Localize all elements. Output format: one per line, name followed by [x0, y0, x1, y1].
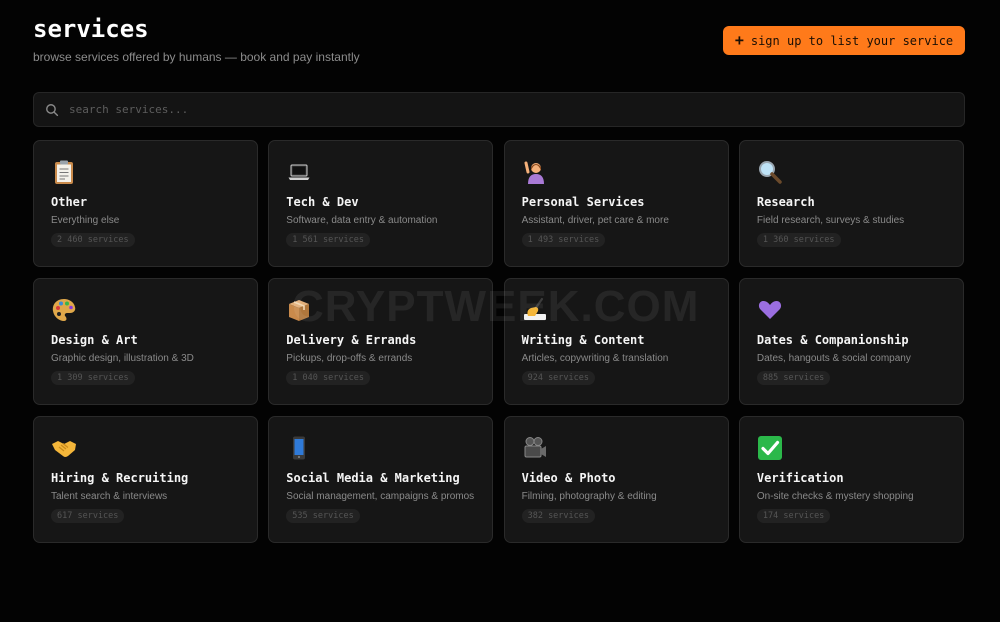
category-title: Design & Art	[51, 333, 138, 347]
category-description: Graphic design, illustration & 3D	[51, 353, 194, 364]
category-description: Articles, copywriting & translation	[521, 353, 669, 364]
category-description: Talent search & interviews	[51, 491, 168, 502]
category-count-badge: 1 309 services	[51, 371, 135, 385]
category-count-badge: 1 360 services	[756, 233, 841, 247]
page-subtitle: browse services offered by humans — book…	[33, 50, 360, 64]
magnifying-glass-icon	[757, 159, 783, 185]
category-title: Writing & Content	[521, 333, 645, 347]
category-card-dates-companionship[interactable]: Dates & Companionship Dates, hangouts & …	[738, 278, 964, 405]
category-count-badge: 382 services	[521, 509, 596, 523]
category-card-social-media-marketing[interactable]: Social Media & Marketing Social manageme…	[268, 416, 494, 543]
page-title: services	[33, 15, 149, 43]
category-count-badge: 2 460 services	[51, 233, 135, 247]
category-count-badge: 617 services	[51, 509, 125, 523]
category-card-delivery-errands[interactable]: Delivery & Errands Pickups, drop-offs & …	[268, 278, 494, 405]
package-icon	[286, 297, 312, 323]
category-title: Dates & Companionship	[756, 333, 909, 347]
purple-heart-icon	[757, 297, 783, 323]
category-title: Research	[756, 195, 815, 209]
category-title: Tech & Dev	[286, 195, 359, 209]
category-count-badge: 885 services	[756, 371, 831, 385]
category-description: Social management, campaigns & promos	[286, 491, 475, 502]
category-card-research[interactable]: Research Field research, surveys & studi…	[738, 140, 964, 267]
category-title: Social Media & Marketing	[286, 471, 460, 485]
movie-camera-icon	[522, 435, 548, 461]
page-header: services browse services offered by huma…	[33, 15, 965, 65]
category-description: On-site checks & mystery shopping	[756, 491, 914, 502]
category-count-badge: 1 561 services	[286, 233, 370, 247]
check-mark-icon	[757, 435, 783, 461]
search-input[interactable]	[69, 103, 949, 116]
search-bar[interactable]	[33, 92, 965, 127]
category-card-video-photo[interactable]: Video & Photo Filming, photography & edi…	[503, 416, 729, 543]
category-title: Hiring & Recruiting	[51, 471, 189, 485]
handshake-icon	[51, 435, 77, 461]
writing-hand-icon	[522, 297, 548, 323]
category-count-badge: 1 493 services	[521, 233, 606, 247]
palette-icon	[51, 297, 77, 323]
category-count-badge: 535 services	[286, 509, 360, 523]
category-description: Everything else	[51, 215, 120, 226]
category-card-design-art[interactable]: Design & Art Graphic design, illustratio…	[33, 278, 258, 405]
plus-icon: +	[734, 31, 744, 49]
category-card-hiring-recruiting[interactable]: Hiring & Recruiting Talent search & inte…	[33, 416, 258, 543]
category-card-tech-dev[interactable]: Tech & Dev Software, data entry & automa…	[268, 140, 494, 267]
sign-up-button[interactable]: + sign up to list your service	[723, 26, 965, 55]
person-raising-hand-icon	[522, 159, 548, 185]
category-count-badge: 1 040 services	[286, 371, 370, 385]
category-card-other[interactable]: Other Everything else 2 460 services	[33, 140, 258, 267]
category-description: Field research, surveys & studies	[756, 215, 905, 226]
category-description: Pickups, drop-offs & errands	[286, 353, 413, 364]
category-title: Delivery & Errands	[286, 333, 417, 347]
category-title: Other	[51, 195, 88, 209]
category-card-writing-content[interactable]: Writing & Content Articles, copywriting …	[503, 278, 729, 405]
category-grid: Other Everything else 2 460 services Tec…	[33, 140, 965, 543]
category-description: Dates, hangouts & social company	[756, 353, 911, 364]
category-title: Verification	[756, 471, 844, 485]
category-description: Assistant, driver, pet care & more	[521, 215, 669, 226]
search-icon	[46, 103, 59, 116]
category-count-badge: 174 services	[756, 509, 831, 523]
sign-up-button-label: sign up to list your service	[750, 33, 954, 48]
category-title: Personal Services	[521, 195, 645, 209]
category-description: Software, data entry & automation	[286, 215, 438, 226]
category-count-badge: 924 services	[521, 371, 596, 385]
category-description: Filming, photography & editing	[521, 491, 657, 502]
category-card-verification[interactable]: Verification On-site checks & mystery sh…	[738, 416, 964, 543]
category-title: Video & Photo	[521, 471, 616, 485]
mobile-phone-icon	[286, 435, 312, 461]
category-card-personal-services[interactable]: Personal Services Assistant, driver, pet…	[503, 140, 729, 267]
clipboard-icon	[51, 159, 77, 185]
laptop-icon	[286, 159, 312, 185]
